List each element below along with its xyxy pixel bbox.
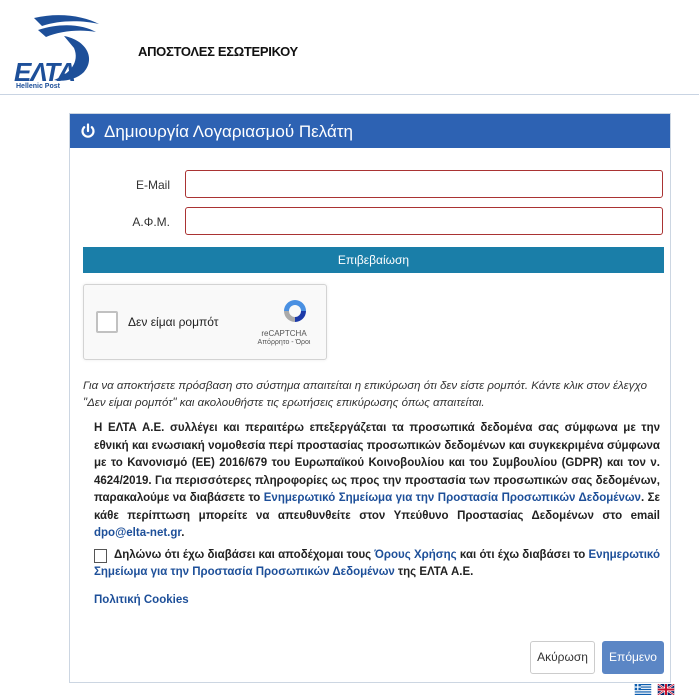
email-field[interactable]	[185, 170, 663, 198]
recaptcha-terms-link[interactable]: Απόρρητο - Όροι	[244, 339, 324, 346]
logo-subtitle: Hellenic Post	[16, 83, 60, 90]
afm-field[interactable]	[185, 207, 663, 235]
verify-button[interactable]: Επιβεβαίωση	[83, 247, 664, 273]
recaptcha-checkbox[interactable]	[96, 311, 118, 333]
page-title: ΑΠΟΣΤΟΛΕΣ ΕΣΩΤΕΡΙΚΟΥ	[138, 44, 298, 59]
dpo-email-link[interactable]: dpo@elta-net.gr	[94, 527, 181, 539]
cookies-policy-link[interactable]: Πολιτική Cookies	[94, 594, 189, 606]
uk-flag-icon[interactable]	[657, 684, 676, 695]
agree-checkbox[interactable]	[94, 549, 107, 563]
agree-text-1: Δηλώνω ότι έχω διαβάσει και αποδέχομαι τ…	[114, 549, 375, 561]
recaptcha-brand: reCAPTCHA	[261, 329, 307, 338]
captcha-instructions: Για να αποκτήσετε πρόσβαση στο σύστημα α…	[83, 380, 647, 409]
recaptcha-label: Δεν είμαι ρομπότ	[128, 315, 219, 329]
cancel-button[interactable]: Ακύρωση	[530, 641, 595, 674]
recaptcha-icon	[284, 300, 306, 322]
language-switcher	[632, 684, 676, 698]
recaptcha-widget: Δεν είμαι ρομπότ reCAPTCHA Απόρρητο - Όρ…	[83, 284, 327, 360]
agree-text-3: της ΕΛΤΑ Α.Ε.	[394, 566, 474, 578]
afm-label: Α.Φ.Μ.	[132, 215, 170, 229]
elta-logo[interactable]: ΕΛΤΑ Hellenic Post	[4, 10, 104, 90]
power-icon	[81, 123, 95, 138]
next-button[interactable]: Επόμενο	[602, 641, 664, 674]
panel-header: Δημιουργία Λογαριασμού Πελάτη	[70, 114, 670, 148]
page-header: ΕΛΤΑ Hellenic Post ΑΠΟΣΤΟΛΕΣ ΕΣΩΤΕΡΙΚΟΥ	[0, 0, 699, 95]
terms-of-use-link[interactable]: Όρους Χρήσης	[374, 549, 456, 561]
panel-title: Δημιουργία Λογαριασμού Πελάτη	[104, 122, 353, 141]
email-label: E-Mail	[135, 178, 170, 192]
agree-text-2: και ότι έχω διαβάσει το	[456, 549, 589, 561]
create-account-panel: Δημιουργία Λογαριασμού Πελάτη E-Mail Α.Φ…	[69, 113, 671, 683]
agree-statement: Δηλώνω ότι έχω διαβάσει και αποδέχομαι τ…	[94, 547, 660, 581]
privacy-text-3: .	[181, 527, 185, 539]
greek-flag-icon[interactable]	[634, 684, 652, 695]
privacy-notice: Η ΕΛΤΑ Α.Ε. συλλέγει και περαιτέρω επεξε…	[94, 420, 660, 543]
privacy-notice-link[interactable]: Ενημερωτικό Σημείωμα για την Προστασία Π…	[264, 492, 641, 504]
